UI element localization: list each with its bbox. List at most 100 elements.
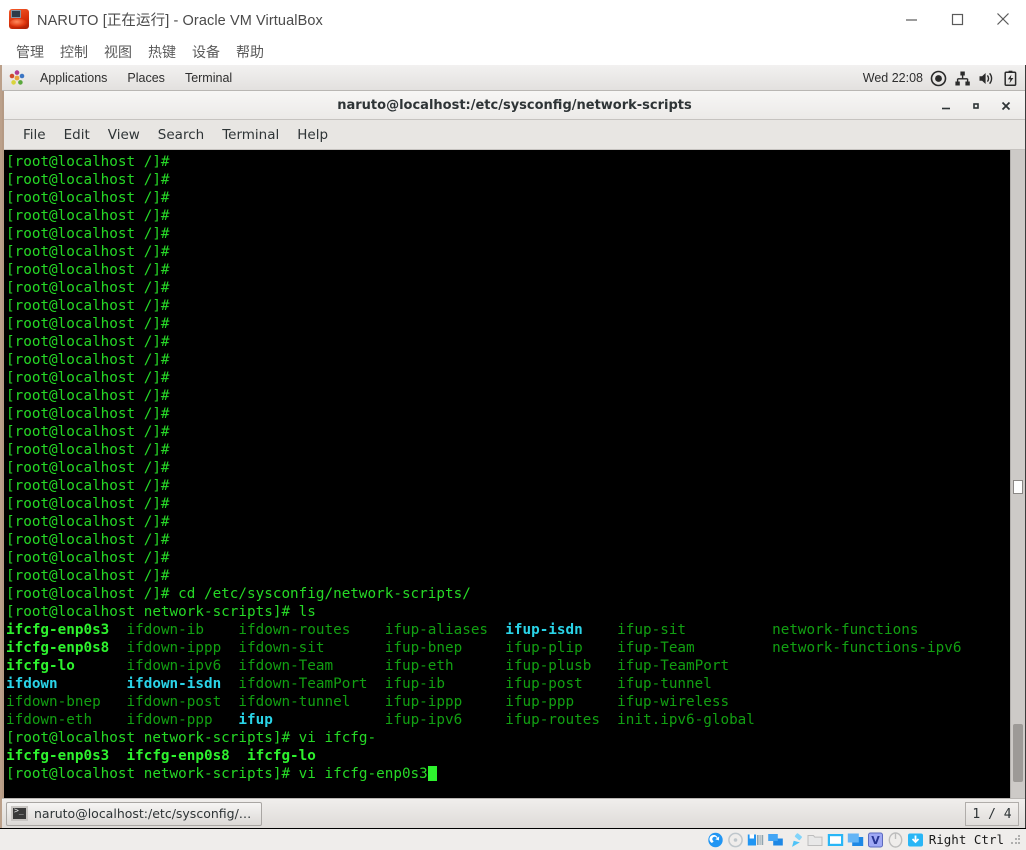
gnome-terminal-window: naruto@localhost:/etc/sysconfig/network-… <box>2 91 1025 798</box>
terminal-scrollbar[interactable] <box>1010 150 1025 798</box>
terminal-titlebar: naruto@localhost:/etc/sysconfig/network-… <box>4 91 1025 120</box>
gnome-foot-icon <box>9 69 25 86</box>
taskbar-window-button[interactable]: naruto@localhost:/etc/sysconfig/net… <box>6 801 262 826</box>
terminal-menu-view[interactable]: View <box>99 125 149 145</box>
terminal-maximize-button[interactable] <box>961 91 991 120</box>
virtualbox-icon <box>9 9 29 29</box>
terminal-line: [root@localhost /]# <box>6 370 179 386</box>
terminal-line: [root@localhost /]# <box>6 154 179 170</box>
vbox-menu-help[interactable]: 帮助 <box>228 40 272 64</box>
panel-status-area: Wed 22:08 <box>863 65 1019 91</box>
panel-menu-terminal[interactable]: Terminal <box>175 71 242 85</box>
terminal-line: [root@localhost /]# cd /etc/sysconfig/ne… <box>6 586 471 602</box>
minimize-button[interactable] <box>888 0 934 38</box>
shared-folders-icon[interactable] <box>807 832 824 848</box>
maximize-icon <box>973 102 979 109</box>
usb-icon[interactable] <box>787 832 804 848</box>
terminal-line: [root@localhost /]# <box>6 460 179 476</box>
volume-icon[interactable] <box>978 70 995 87</box>
gnome-top-panel: Applications Places Terminal Wed 22:08 <box>2 65 1025 91</box>
terminal-menu-terminal[interactable]: Terminal <box>213 125 288 145</box>
gnome-bottom-panel: naruto@localhost:/etc/sysconfig/net… 1 /… <box>2 798 1025 828</box>
close-icon <box>1001 101 1011 110</box>
optical-disk-icon[interactable] <box>727 832 744 848</box>
terminal-menu-file[interactable]: File <box>14 125 55 145</box>
terminal-minimize-button[interactable] <box>931 91 961 120</box>
scrollbar-mark <box>1013 480 1023 494</box>
terminal-line: [root@localhost /]# <box>6 406 179 422</box>
power-icon[interactable] <box>930 70 947 87</box>
network-icon[interactable] <box>767 832 784 848</box>
terminal-line: [root@localhost /]# <box>6 514 179 530</box>
terminal-close-button[interactable] <box>991 91 1021 120</box>
terminal-menu-edit[interactable]: Edit <box>55 125 99 145</box>
terminal-line: [root@localhost /]# <box>6 262 179 278</box>
terminal-cursor <box>427 766 437 781</box>
panel-menu-applications[interactable]: Applications <box>30 71 117 85</box>
mouse-icon[interactable] <box>887 831 904 848</box>
video-capture-icon[interactable] <box>847 832 864 848</box>
virtualbox-statusbar: V Right Ctrl <box>0 828 1026 850</box>
terminal-line: [root@localhost /]# <box>6 388 179 404</box>
keyboard-icon[interactable] <box>907 832 924 848</box>
terminal-line: ifdown ifdown-isdn ifdown-TeamPort ifup-… <box>6 676 773 692</box>
terminal-line: ifcfg-enp0s8 ifdown-ippp ifdown-sit ifup… <box>6 640 962 656</box>
virtualbox-window: NARUTO [正在运行] - Oracle VM VirtualBox 管理 … <box>0 0 1026 850</box>
terminal-line: [root@localhost /]# <box>6 334 179 350</box>
guest-screen: Applications Places Terminal Wed 22:08 n… <box>0 65 1026 828</box>
terminal-line: ifcfg-enp0s3 ifdown-ib ifdown-routes ifu… <box>6 622 919 638</box>
panel-menu-places[interactable]: Places <box>117 71 175 85</box>
terminal-menu-search[interactable]: Search <box>149 125 213 145</box>
vbox-menu-devices[interactable]: 设备 <box>184 40 228 64</box>
terminal-line: [root@localhost /]# <box>6 532 179 548</box>
vbox-menu-input[interactable]: 热键 <box>140 40 184 64</box>
terminal-line: [root@localhost /]# <box>6 190 179 206</box>
terminal-line: [root@localhost /]# <box>6 478 179 494</box>
terminal-line: [root@localhost /]# <box>6 298 179 314</box>
minimize-icon <box>905 18 917 21</box>
terminal-icon <box>11 806 28 821</box>
workspace-switcher[interactable]: 1 / 4 <box>965 802 1019 826</box>
vbox-menu-view[interactable]: 视图 <box>96 40 140 64</box>
battery-icon[interactable] <box>1002 70 1019 87</box>
terminal-output[interactable]: [root@localhost /]# [root@localhost /]# … <box>4 150 1010 798</box>
terminal-line: [root@localhost network-scripts]# ls <box>6 604 316 620</box>
terminal-window-title: naruto@localhost:/etc/sysconfig/network-… <box>337 97 692 113</box>
close-button[interactable] <box>980 0 1026 38</box>
terminal-line: ifdown-bnep ifdown-post ifdown-tunnel if… <box>6 694 773 710</box>
panel-clock[interactable]: Wed 22:08 <box>863 71 923 85</box>
minimize-icon <box>942 107 950 109</box>
virtualbox-titlebar: NARUTO [正在运行] - Oracle VM VirtualBox <box>0 0 1026 38</box>
terminal-line: [root@localhost /]# <box>6 226 179 242</box>
terminal-line: [root@localhost /]# <box>6 568 179 584</box>
scrollbar-thumb[interactable] <box>1013 724 1023 782</box>
terminal-window-controls <box>931 91 1021 120</box>
terminal-line: [root@localhost /]# <box>6 244 179 260</box>
terminal-line: [root@localhost /]# <box>6 496 179 512</box>
floppy-disk-icon[interactable] <box>747 832 764 848</box>
terminal-line: [root@localhost /]# <box>6 424 179 440</box>
terminal-body: [root@localhost /]# [root@localhost /]# … <box>4 150 1025 798</box>
terminal-line: ifcfg-enp0s3 ifcfg-enp0s8 ifcfg-lo <box>6 748 316 764</box>
host-key-label: Right Ctrl <box>928 832 1004 847</box>
display-icon[interactable] <box>827 832 844 848</box>
terminal-line: [root@localhost /]# <box>6 316 179 332</box>
resize-grip[interactable] <box>1010 833 1022 846</box>
terminal-line: [root@localhost network-scripts]# vi ifc… <box>6 730 377 746</box>
terminal-line: ifcfg-lo ifdown-ipv6 ifdown-Team ifup-et… <box>6 658 773 674</box>
terminal-line: ifdown-eth ifdown-ppp ifup ifup-ipv6 ifu… <box>6 712 773 728</box>
terminal-line: [root@localhost network-scripts]# vi ifc… <box>6 765 1010 783</box>
terminal-line: [root@localhost /]# <box>6 352 179 368</box>
vbox-menu-manage[interactable]: 管理 <box>8 40 52 64</box>
terminal-menubar: File Edit View Search Terminal Help <box>4 120 1025 150</box>
virtualbox-menubar: 管理 控制 视图 热键 设备 帮助 <box>0 38 1026 65</box>
hard-disk-icon[interactable] <box>707 832 724 848</box>
vbox-menu-machine[interactable]: 控制 <box>52 40 96 64</box>
terminal-menu-help[interactable]: Help <box>288 125 337 145</box>
network-icon[interactable] <box>954 70 971 87</box>
maximize-icon <box>951 13 963 25</box>
virtualization-icon[interactable]: V <box>867 832 884 848</box>
maximize-button[interactable] <box>934 0 980 38</box>
virtualbox-window-controls <box>888 0 1026 38</box>
virtualbox-window-title: NARUTO [正在运行] - Oracle VM VirtualBox <box>37 12 323 29</box>
